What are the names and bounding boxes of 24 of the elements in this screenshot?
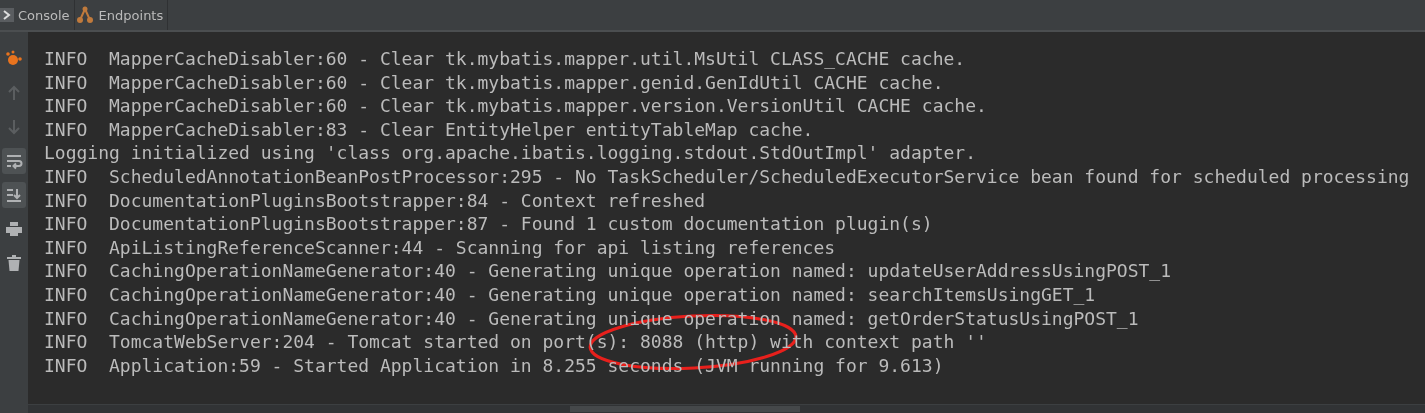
trash-icon [5, 254, 23, 272]
horizontal-scrollbar[interactable] [28, 404, 1425, 413]
down-arrow-icon [5, 118, 23, 136]
scroll-to-end-icon [5, 186, 23, 204]
log-line: INFO DocumentationPluginsBootstrapper:87 - Found 1 custom documentation plugin(s) [44, 212, 934, 236]
tab[interactable]: Endpoints [74, 0, 169, 30]
log-line: INFO CachingOperationNameGenerator:40 - Generating unique operation named: updateUserAddressUsingPOST_1 [44, 259, 1173, 283]
log-line: INFO ScheduledAnnotationBeanPostProcessor:295 - No TaskScheduler/ScheduledExecutorService bean found for scheduled processing [44, 164, 1411, 189]
log-line: Logging initialized using 'class org.apache.ibatis.logging.stdout.StdOutImpl' adapter. [44, 141, 977, 165]
nodes-icon [74, 5, 95, 25]
log-line: INFO DocumentationPluginsBootstrapper:84 - Context refreshed [44, 188, 707, 213]
log-line: INFO CachingOperationNameGenerator:40 - Generating unique operation named: searchItemsUsingGET_1 [44, 282, 1097, 307]
printer-icon [5, 220, 23, 238]
leaf-node-icon [5, 50, 23, 68]
scroll-to-end-button[interactable] [2, 182, 26, 208]
log-line: INFO MapperCacheDisabler:60 - Clear tk.mybatis.mapper.genid.GenIdUtil CACHE cache. [44, 70, 945, 95]
log-line: INFO MapperCacheDisabler:83 - Clear EntityHelper entityTableMap cache. [44, 117, 815, 142]
tab[interactable]: Console [0, 0, 75, 30]
log-line: INFO MapperCacheDisabler:60 - Clear tk.mybatis.mapper.version.VersionUtil CACHE cache. [44, 94, 988, 118]
console-icon [0, 8, 14, 22]
log-line: INFO MapperCacheDisabler:60 - Clear tk.mybatis.mapper.util.MsUtil CLASS_CACHE cache. [44, 47, 967, 71]
soft-wrap-button[interactable] [2, 148, 26, 174]
log-line: INFO ApiListingReferenceScanner:44 - Scanning for api listing references [44, 235, 837, 260]
soft-wrap-icon [5, 152, 23, 170]
